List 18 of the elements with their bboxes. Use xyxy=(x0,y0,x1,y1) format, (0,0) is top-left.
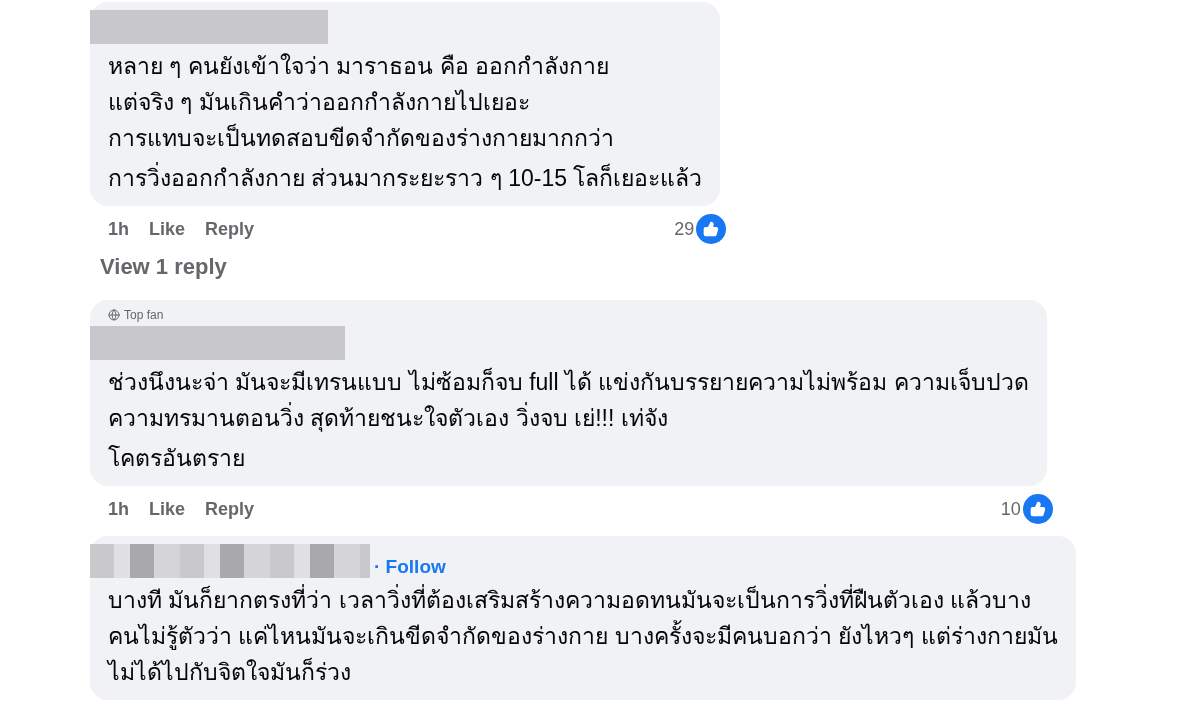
like-link[interactable]: Like xyxy=(149,218,186,240)
comment-text: การวิ่งออกกำลังกาย ส่วนมากระยะราว ๆ 10-15 โลก็เยอะแล้ว xyxy=(108,160,703,196)
like-link[interactable]: Like xyxy=(149,498,186,520)
timestamp: 1h xyxy=(108,218,129,240)
top-fan-badge: Top fan xyxy=(108,308,1029,322)
reaction-count: 29 xyxy=(674,218,695,240)
timestamp: 1h xyxy=(108,498,129,520)
follow-link[interactable]: · Follow xyxy=(374,556,446,578)
thumbs-up-icon xyxy=(696,214,727,244)
comment-text: ช่วงนึงนะจ่า มันจะมีเทรนแบบ ไม่ซ้อมก็จบ full ได้ แข่งกันบรรยายความไม่พร้อม ความเจ็บปวด ความทรมานตอนวิ่ง สุดท้ายชนะใจตัวเอง วิ่งจบ เย่!!! เท่จัง xyxy=(108,366,1029,434)
reply-link[interactable]: Reply xyxy=(205,498,255,520)
reaction-count: 10 xyxy=(1000,498,1021,520)
reply-link[interactable]: Reply xyxy=(205,218,255,240)
thumbs-up-icon xyxy=(1022,494,1053,524)
comment-text: หลาย ๆ คนยังเข้าใจว่า มาราธอน คือ ออกกำลังกาย แต่จริง ๆ มันเกินคำว่าออกกำลังกายไปเยอะ การแทบจะเป็นทดสอบขีดจำกัดของร่างกายมากกว่า xyxy=(108,52,615,153)
comment-text: บางที มันก็ยากตรงที่ว่า เวลาวิ่งที่ต้องเสริมสร้างความอดทนมันจะเป็นการวิ่งที่ฝืนตัวเอง แล้วบาง คนไม่รู้ตัวว่า แค่ไหนมันจะเกินขีดจำกัดของร่างกาย บางครั้งจะมีคนบอกว่า ยังไหวๆ แต่ร่างกายมัน ไม่ได้ไปกับจิตใจมันก็ร่วง xyxy=(108,582,1058,690)
view-replies-link[interactable]: View 1 reply xyxy=(90,244,1200,300)
comment-text: โคตรอันตราย xyxy=(108,444,246,473)
